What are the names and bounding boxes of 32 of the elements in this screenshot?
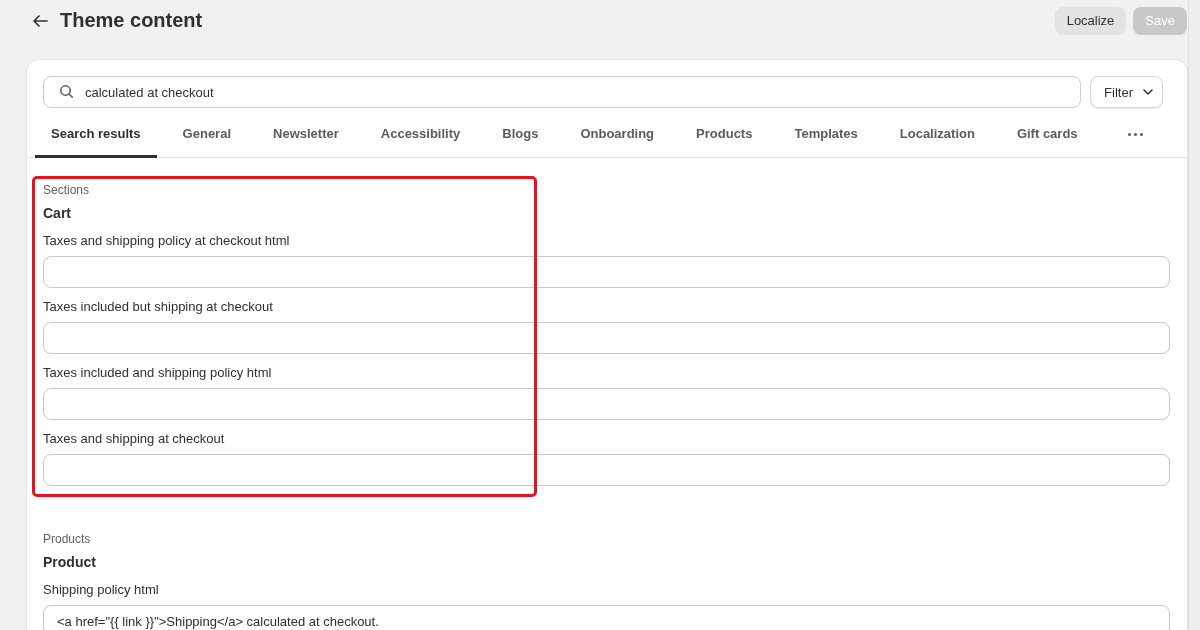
input-field[interactable] [43, 256, 1170, 288]
group-title: Product [43, 553, 97, 572]
group-title: Cart [43, 204, 72, 223]
tab[interactable]: Blogs [486, 112, 555, 158]
tab[interactable]: Products [680, 112, 769, 158]
input-field[interactable] [43, 454, 1170, 486]
input-field[interactable]: <a href="{{ link }}">Shipping</a> calculated at checkout. [43, 605, 1170, 630]
field-label: Taxes and shipping policy at checkout html [43, 232, 291, 250]
tab[interactable]: Search results [35, 112, 157, 158]
tab[interactable]: Gift cards [1000, 112, 1094, 158]
field-label: Taxes included and shipping policy html [43, 364, 273, 382]
tab[interactable]: Newsletter [257, 112, 355, 158]
ellipsis-icon [1127, 133, 1143, 136]
chevron-down-icon [1143, 89, 1153, 95]
tab[interactable]: Templates [778, 112, 874, 158]
page-title: Theme content [60, 9, 203, 32]
input-field[interactable] [43, 388, 1170, 420]
filter-button[interactable]: Filter [1090, 76, 1163, 108]
back-arrow-icon[interactable] [33, 14, 48, 27]
tab[interactable]: Localization [883, 112, 991, 158]
category-label: Products [43, 531, 92, 547]
category-label: Sections [43, 182, 91, 198]
field-label: Taxes included but shipping at checkout [43, 298, 274, 316]
tab[interactable]: Onboarding [564, 112, 671, 158]
input-field[interactable] [43, 322, 1170, 354]
tab[interactable]: General [166, 112, 248, 158]
search-field[interactable]: calculated at checkout [43, 76, 1082, 108]
field-label: Shipping policy html [43, 581, 160, 599]
field-label: Taxes and shipping at checkout [43, 430, 226, 448]
search-icon [60, 85, 73, 98]
tab[interactable]: Accessibility [364, 112, 477, 158]
localize-button[interactable]: Localize [1054, 6, 1127, 35]
